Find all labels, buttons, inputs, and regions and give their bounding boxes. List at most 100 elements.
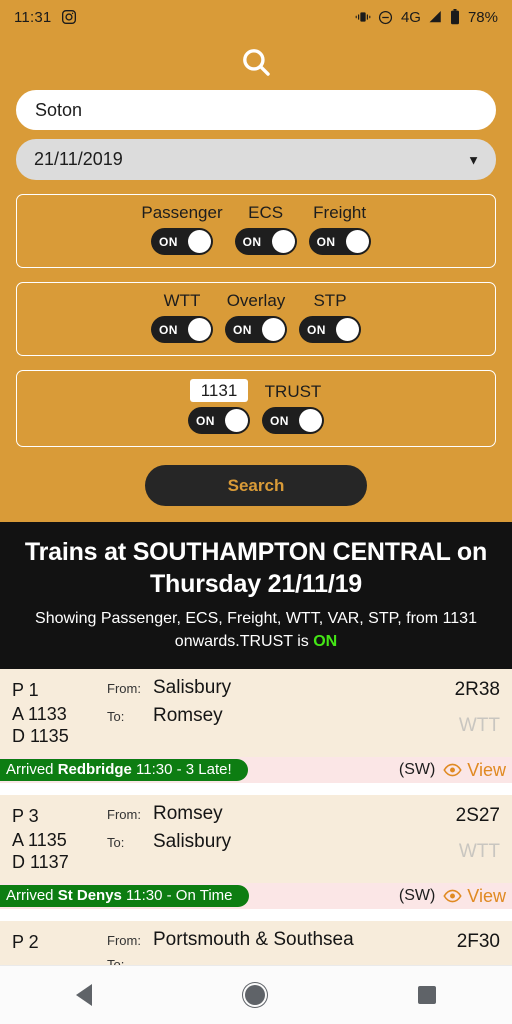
platform-label: P 3 [12,806,39,826]
train-route: From: Portsmouth & Southsea To: [107,929,400,965]
toggle-knob [225,409,248,432]
back-icon[interactable] [76,984,93,1006]
operator-code: (SW) [398,887,436,904]
station-search-input[interactable]: Soton [16,90,496,130]
toggle-label-wtt: WTT [163,291,201,310]
table-row[interactable]: P 3 A 1135 D 1137 From: Romsey To: Salis… [0,795,512,909]
view-button[interactable]: View [443,760,506,781]
toggle-freight[interactable]: ON [308,228,371,255]
schedule-tag: WTT [458,841,500,862]
recents-icon[interactable] [417,986,436,1004]
train-identity: 2R38 WTT [400,677,500,737]
operator-code: (SW) [398,761,436,778]
table-row[interactable]: P 1 A 1133 D 1135 From: Salisbury To: Ro… [0,669,512,783]
train-times: P 1 A 1133 D 1135 [12,677,107,747]
from-station: Portsmouth & Southsea [153,929,354,950]
to-label: To: [107,957,125,965]
route-to: To: Romsey [107,705,400,727]
from-station: Romsey [153,803,223,824]
toggle-state-freight: ON [316,234,336,249]
to-station: Romsey [153,705,223,726]
toggle-from-time[interactable]: ON [188,407,250,434]
chevron-down-icon[interactable]: ▼ [467,152,480,167]
toggle-row: Passenger ON ECS ON Freight ON [27,203,485,255]
toggle-label-passenger: Passenger [141,203,223,222]
results-list[interactable]: P 1 A 1133 D 1135 From: Salisbury To: Ro… [0,669,512,965]
toggle-knob [345,230,369,253]
toggle-label-overlay: Overlay [226,291,286,310]
toggle-label-trust: TRUST [264,382,322,401]
arrival-time: A 1135 [12,830,67,850]
toggle-state-stp: ON [307,322,326,337]
toggle-state-wtt: ON [159,322,178,337]
table-row[interactable]: P 2 From: Portsmouth & Southsea To: 2F30 [0,921,512,965]
toggle-stp[interactable]: ON [299,316,361,343]
toggle-item-freight: Freight ON [308,203,371,255]
toggle-item-from-time: 1131 ON [188,379,250,434]
toggle-label-ecs: ECS [248,203,284,222]
toggle-overlay[interactable]: ON [225,316,287,343]
train-status-row: Arrived St Denys 11:30 - On Time (SW) Vi… [0,883,512,909]
toggle-knob [188,318,211,341]
toggle-state-trust: ON [270,413,289,428]
from-label: From: [107,681,141,696]
results-subtitle-text: Showing Passenger, ECS, Freight, WTT, VA… [35,610,477,650]
toggle-item-stp: STP ON [299,291,361,343]
view-label: View [467,759,506,780]
eye-icon [443,889,462,903]
train-route: From: Romsey To: Salisbury [107,803,400,853]
from-label: From: [107,807,141,822]
battery-icon [450,9,460,25]
search-panel: Soton 21/11/2019 ▼ Passenger ON ECS ON F… [0,34,512,522]
home-icon[interactable] [244,985,265,1005]
signal-icon [428,10,443,24]
row-divider [0,909,512,921]
status-badge: Arrived Redbridge 11:30 - 3 Late! [0,759,248,781]
status-actions: (SW) View [399,886,512,907]
platform-label: P 2 [12,932,39,952]
train-identity: 2S27 WTT [400,803,500,863]
results-subtitle: Showing Passenger, ECS, Freight, WTT, VA… [12,607,500,653]
departure-time: D 1135 [12,726,69,746]
toggle-state-passenger: ON [159,234,178,249]
arrival-time: A 1133 [12,704,67,724]
status-prefix: Arrived [6,761,58,778]
toggle-trust[interactable]: ON [262,407,324,434]
search-icon-row [0,34,512,90]
toggle-knob [299,409,322,432]
view-label: View [467,885,506,906]
route-from: From: Portsmouth & Southsea [107,929,400,951]
headcode: 2R38 [454,679,500,700]
toggle-row: 1131 ON TRUST ON [27,379,485,434]
status-clock: 11:31 [14,8,52,26]
status-actions: (SW) View [399,760,512,781]
search-icon[interactable] [239,45,273,79]
date-select-wrap: 21/11/2019 ▼ [16,139,496,180]
battery-percent-label: 78% [467,8,498,26]
train-details: P 3 A 1135 D 1137 From: Romsey To: Salis… [0,795,512,883]
departure-time: D 1137 [12,852,69,872]
toggle-state-from-time: ON [196,413,215,428]
date-select[interactable]: 21/11/2019 [16,139,496,180]
from-station: Salisbury [153,677,232,698]
instagram-icon [61,9,77,25]
toggle-item-wtt: WTT ON [151,291,213,343]
toggle-wtt[interactable]: ON [151,316,213,343]
view-button[interactable]: View [443,886,506,907]
from-time-input[interactable]: 1131 [189,379,249,402]
headcode: 2S27 [455,805,500,826]
toggle-ecs[interactable]: ON [234,228,297,255]
toggle-passenger[interactable]: ON [151,228,213,255]
schedule-tag: WTT [458,715,500,736]
toggle-group-service-types: Passenger ON ECS ON Freight ON [16,194,496,268]
to-station: Salisbury [153,831,232,852]
row-divider [0,783,512,795]
results-header: Trains at SOUTHAMPTON CENTRAL on Thursda… [0,522,512,669]
toggle-knob [336,318,359,341]
train-times: P 3 A 1135 D 1137 [12,803,107,873]
headcode: 2F30 [456,931,500,952]
to-label: To: [107,709,125,724]
status-bar: 11:31 4G 78% [0,0,512,34]
search-button[interactable]: Search [145,465,367,506]
status-suffix: 11:30 - 3 Late! [131,761,232,778]
